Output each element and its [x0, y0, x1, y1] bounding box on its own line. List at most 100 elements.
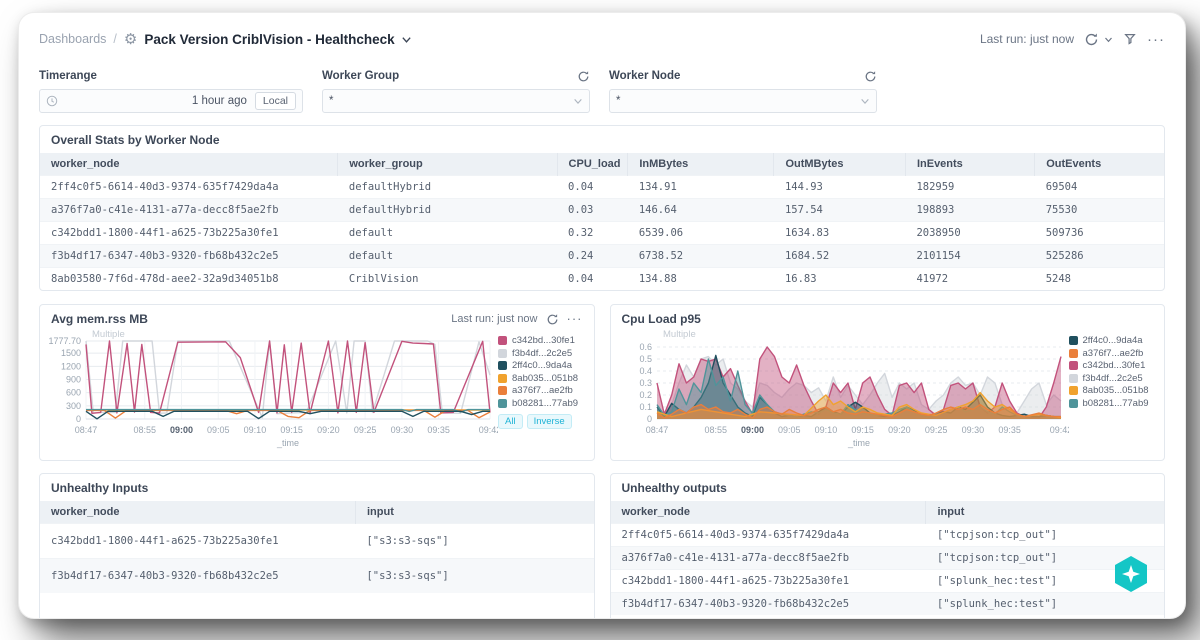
mem-chart-title: Avg mem.rss MB — [51, 312, 148, 326]
legend-item[interactable]: c342bd...30fe1 — [1069, 360, 1161, 371]
dashboard-window: Dashboards / ⚙ Pack Version CriblVision … — [18, 12, 1186, 619]
table-cell: ["splunk_hec:test"] — [926, 593, 1164, 616]
legend-all-button[interactable]: All — [498, 414, 523, 429]
legend-swatch — [498, 361, 507, 370]
legend-label: 8ab035...051b8 — [512, 373, 578, 384]
cpu-chart[interactable]: 00.10.20.30.40.50.608:4708:5509:0009:050… — [613, 327, 1069, 449]
legend-item[interactable]: b08281...77ab9 — [498, 398, 590, 409]
breadcrumb-separator: / — [113, 32, 116, 46]
table-cell: 0.24 — [557, 245, 628, 268]
table-cell: 75530 — [1035, 199, 1164, 222]
column-header: input — [926, 501, 1164, 524]
table-cell: 182959 — [905, 176, 1034, 199]
table-row[interactable]: a376f7a0-c41e-4131-a77a-decc8f5ae2fbdefa… — [40, 199, 1164, 222]
table-cell: 144.93 — [774, 176, 906, 199]
svg-text:09:10: 09:10 — [814, 425, 837, 435]
last-run-status: Last run: just now — [980, 32, 1074, 46]
page-title: Pack Version CriblVision - Healthcheck — [144, 32, 394, 47]
legend-item[interactable]: 2ff4c0...9da4a — [498, 360, 590, 371]
table-cell: CriblVision — [338, 268, 557, 291]
refresh-interval-chevron-icon[interactable] — [1104, 35, 1113, 44]
svg-text:0.1: 0.1 — [639, 402, 652, 412]
legend-item[interactable]: f3b4df...2c2e5 — [1069, 373, 1161, 384]
legend-swatch — [498, 399, 507, 408]
table-cell: 2101154 — [905, 245, 1034, 268]
chevron-down-icon[interactable] — [401, 34, 412, 45]
legend-swatch — [498, 374, 507, 383]
local-timezone-button[interactable]: Local — [255, 92, 296, 110]
table-row[interactable]: f3b4df17-6347-40b3-9320-fb68b432c2e5["sp… — [611, 593, 1165, 616]
legend-swatch — [498, 349, 507, 358]
svg-text:300: 300 — [66, 401, 81, 411]
worker-group-value: * — [329, 95, 333, 107]
mem-chart[interactable]: 0300600900120015001777.7008:4708:5509:00… — [42, 327, 498, 449]
table-cell: 146.64 — [628, 199, 774, 222]
legend-item[interactable]: c342bd...30fe1 — [498, 335, 590, 346]
worker-node-refresh-icon[interactable] — [864, 70, 877, 83]
legend-item[interactable]: 8ab035...051b8 — [1069, 385, 1161, 396]
legend-item[interactable]: 2ff4c0...9da4a — [1069, 335, 1161, 346]
legend-swatch — [1069, 349, 1078, 358]
svg-text:08:47: 08:47 — [645, 425, 668, 435]
worker-node-filter: Worker Node * — [609, 67, 877, 113]
table-cell: 2ff4c0f5-6614-40d3-9374-635f7429da4a — [611, 524, 926, 547]
unhealthy-inputs-title: Unhealthy Inputs — [40, 474, 594, 501]
table-row[interactable]: c342bdd1-1800-44f1-a625-73b225a30fe1defa… — [40, 222, 1164, 245]
legend-item[interactable]: 8ab035...051b8 — [498, 373, 590, 384]
table-row[interactable]: a376f7a0-c41e-4131-a77a-decc8f5ae2fb["tc… — [611, 547, 1165, 570]
table-row[interactable]: 2ff4c0f5-6614-40d3-9374-635f7429da4a["tc… — [611, 524, 1165, 547]
table-row[interactable]: f3b4df17-6347-40b3-9320-fb68b432c2e5["s3… — [40, 559, 594, 593]
timerange-filter: Timerange 1 hour ago Local — [39, 67, 303, 113]
timerange-value: 1 hour ago — [192, 95, 247, 107]
svg-text:09:30: 09:30 — [391, 425, 414, 435]
svg-text:_time: _time — [276, 438, 299, 448]
table-row[interactable]: 8ab03580-7f6d-478d-aee2-32a9d34051b8Crib… — [40, 268, 1164, 291]
refresh-button[interactable] — [1084, 32, 1099, 47]
worker-node-select[interactable]: * — [609, 89, 877, 113]
chevron-down-icon — [573, 96, 583, 106]
legend-item[interactable]: a376f7...ae2fb — [1069, 348, 1161, 359]
more-options-button[interactable]: ··· — [1147, 35, 1165, 44]
table-cell: c342bdd1-1800-44f1-a625-73b225a30fe1 — [40, 222, 338, 245]
table-row[interactable]: 2ff4c0f5-6614-40d3-9374-635f7429da4adefa… — [40, 176, 1164, 199]
legend-item[interactable]: a376f7...ae2fb — [498, 385, 590, 396]
mem-chart-legend: c342bd...30fe1 f3b4df...2c2e52ff4c0...9da… — [498, 327, 590, 449]
table-cell: c342bdd1-1800-44f1-a625-73b225a30fe1 — [611, 570, 926, 593]
gear-icon[interactable]: ⚙ — [124, 32, 137, 47]
filter-icon[interactable] — [1123, 32, 1137, 46]
assistant-fab-button[interactable] — [1111, 554, 1151, 594]
table-cell: 69504 — [1035, 176, 1164, 199]
filters-row: Timerange 1 hour ago Local Worker Group … — [19, 59, 1185, 117]
overall-stats-panel: Overall Stats by Worker Node worker_node… — [39, 125, 1165, 291]
column-header: worker_node — [40, 153, 338, 176]
legend-item[interactable]: f3b4df...2c2e5 — [498, 348, 590, 359]
legend-label: 2ff4c0...9da4a — [512, 360, 572, 371]
svg-text:0.3: 0.3 — [639, 378, 652, 388]
table-cell: 2038950 — [905, 222, 1034, 245]
legend-item[interactable]: b08281...77ab9 — [1069, 398, 1161, 409]
mem-more-options-button[interactable]: ··· — [567, 315, 583, 323]
table-row[interactable]: c342bdd1-1800-44f1-a625-73b225a30fe1["sp… — [611, 570, 1165, 593]
breadcrumb[interactable]: Dashboards — [39, 32, 106, 46]
column-header: worker_node — [40, 501, 355, 524]
unhealthy-outputs-panel: Unhealthy outputs worker_nodeinput2ff4c0… — [610, 473, 1166, 619]
svg-text:09:20: 09:20 — [317, 425, 340, 435]
svg-text:08:55: 08:55 — [704, 425, 727, 435]
table-cell: 157.54 — [774, 199, 906, 222]
top-bar: Dashboards / ⚙ Pack Version CriblVision … — [19, 19, 1185, 59]
table-cell: 525286 — [1035, 245, 1164, 268]
timerange-input[interactable]: 1 hour ago Local — [39, 89, 303, 113]
svg-text:08:55: 08:55 — [133, 425, 156, 435]
worker-group-refresh-icon[interactable] — [577, 70, 590, 83]
legend-label: a376f7...ae2fb — [512, 385, 573, 396]
mem-refresh-icon[interactable] — [546, 313, 559, 326]
table-cell: 0.04 — [557, 176, 628, 199]
unhealthy-inputs-panel: Unhealthy Inputs worker_nodeinputc342bdd… — [39, 473, 595, 619]
table-cell: c342bdd1-1800-44f1-a625-73b225a30fe1 — [40, 524, 355, 559]
worker-group-select[interactable]: * — [322, 89, 590, 113]
table-row[interactable]: f3b4df17-6347-40b3-9320-fb68b432c2e5defa… — [40, 245, 1164, 268]
legend-inverse-button[interactable]: Inverse — [527, 414, 572, 429]
column-header: OutEvents — [1035, 153, 1164, 176]
table-row[interactable]: c342bdd1-1800-44f1-a625-73b225a30fe1["s3… — [40, 524, 594, 559]
legend-label: c342bd...30fe1 — [1083, 360, 1146, 371]
